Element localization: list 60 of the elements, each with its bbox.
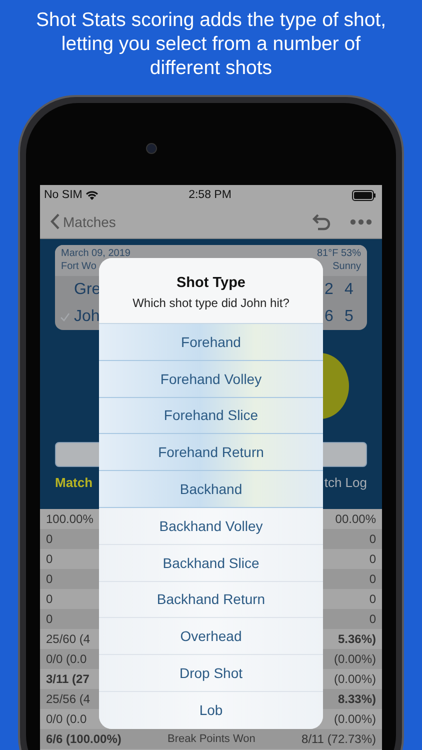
battery-icon	[352, 190, 376, 200]
shot-option[interactable]: Drop Shot	[99, 655, 323, 692]
shot-option[interactable]: Forehand Volley	[99, 360, 323, 398]
stat-value: 0	[46, 592, 53, 606]
tab[interactable]: tch Log	[324, 475, 367, 490]
player-name: Gre	[74, 280, 101, 298]
player-name: Joh	[74, 308, 100, 326]
stat-value: 100.00%	[46, 512, 94, 526]
stat-value: 5.36%)	[338, 632, 376, 646]
stat-value: 6/6 (100.00%)	[46, 732, 122, 746]
shot-option[interactable]: Overhead	[99, 618, 323, 656]
stat-value: 25/56 (4	[46, 692, 90, 706]
stat-label: Break Points Won	[168, 733, 256, 745]
shot-option[interactable]: Forehand	[99, 324, 323, 361]
undo-icon[interactable]	[312, 212, 332, 230]
caption-text: Shot Stats scoring adds the type of shot, letting you select from a number of different shots	[34, 8, 388, 80]
weather-text: 81°F 53%	[316, 247, 361, 260]
stat-value: 0	[369, 572, 376, 586]
shot-option[interactable]: Backhand	[99, 471, 323, 508]
stat-value: 0	[369, 532, 376, 546]
stat-value: (0.00%)	[334, 672, 376, 686]
stat-value: 0	[46, 572, 53, 586]
shot-option[interactable]: Backhand Volley	[99, 508, 323, 545]
shot-option[interactable]: Lob	[99, 692, 323, 729]
stat-value: 0	[46, 612, 53, 626]
set-score: 4	[344, 280, 354, 298]
stat-value: (0.00%)	[334, 652, 376, 666]
set-score: 6	[324, 308, 334, 326]
stat-value: 25/60 (4	[46, 632, 90, 646]
stat-value: 0	[369, 592, 376, 606]
stat-value: 3/11 (27	[46, 672, 90, 686]
chevron-icon	[50, 213, 60, 230]
stat-value: 8/11 (72.73%)	[302, 732, 376, 746]
stat-value: 0	[369, 552, 376, 566]
stat-value: 0	[46, 532, 53, 546]
shot-option[interactable]: Backhand Slice	[99, 544, 323, 582]
stat-value: 0	[46, 552, 53, 566]
match-date: March 09, 2019	[61, 247, 130, 260]
set-score: 2	[324, 280, 334, 298]
location-text: Fort Wo	[61, 260, 98, 273]
shot-option[interactable]: Forehand Return	[99, 434, 323, 472]
stat-value: 8.33%)	[338, 692, 376, 706]
stat-value: 00.00%	[335, 512, 376, 526]
tab[interactable]: Match	[55, 475, 93, 490]
carrier-text: No SIM	[44, 189, 82, 201]
stat-value: 0/0 (0.0	[46, 712, 87, 726]
set-score: 5	[344, 308, 354, 326]
shot-option[interactable]: Backhand Return	[99, 582, 323, 618]
dialog-message: Which shot type did John hit?	[132, 296, 290, 310]
shot-option[interactable]: Forehand Slice	[99, 398, 323, 434]
conditions-text: Sunny	[332, 260, 361, 273]
camera-icon	[146, 143, 157, 154]
back-button[interactable]: Matches	[50, 213, 116, 230]
stat-value: 0/0 (0.0	[46, 652, 87, 666]
wifi-icon	[86, 190, 98, 200]
stat-value: (0.00%)	[334, 712, 376, 726]
stat-value: 0	[369, 612, 376, 626]
dialog-title: Shot Type	[176, 275, 246, 291]
status-time: 2:58 PM	[188, 189, 232, 201]
more-icon[interactable]	[350, 218, 372, 224]
